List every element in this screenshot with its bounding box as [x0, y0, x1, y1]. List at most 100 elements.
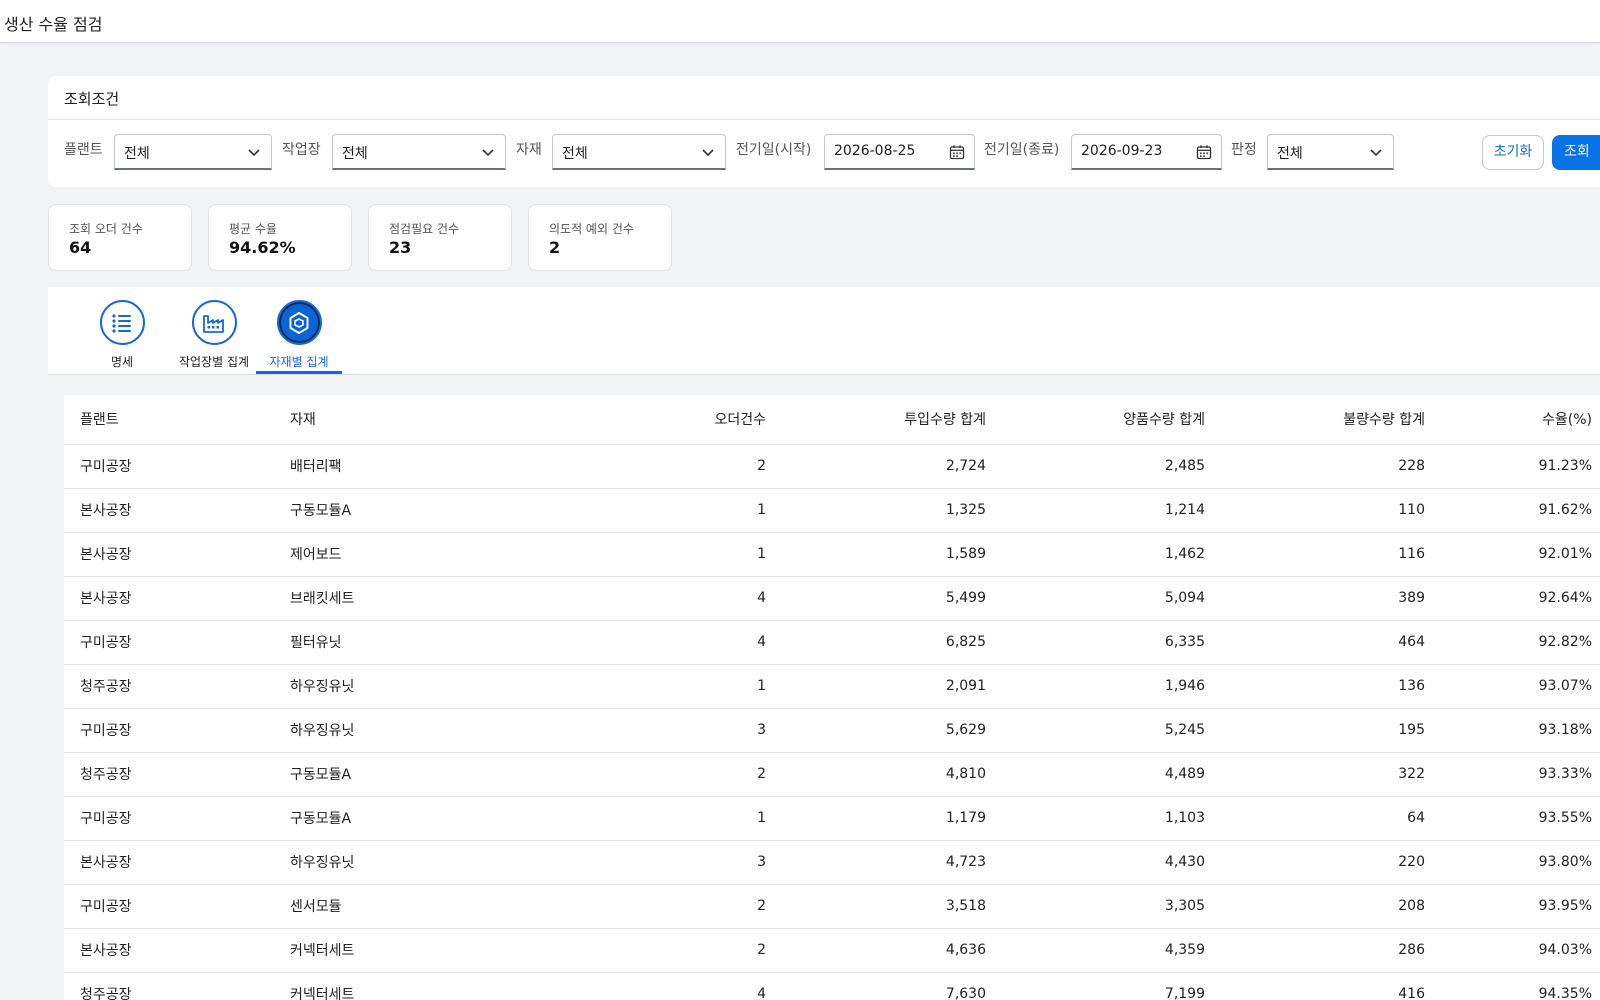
cell-good-qty: 6,335: [1002, 620, 1221, 665]
cell-defect-qty: 110: [1221, 488, 1441, 533]
table-row[interactable]: 구미공장 배터리팩 2 2,724 2,485 228 91.23%: [64, 444, 1600, 489]
cell-material: 하우징유닛: [274, 664, 494, 709]
cell-good-qty: 1,462: [1002, 532, 1221, 577]
cell-order-count: 2: [494, 928, 782, 973]
cell-defect-qty: 116: [1221, 532, 1441, 577]
column-header-defect-qty[interactable]: 불량수량 합계: [1221, 395, 1441, 445]
cell-input-qty: 5,499: [782, 576, 1002, 621]
cell-input-qty: 4,723: [782, 840, 1002, 885]
cell-good-qty: 2,485: [1002, 444, 1221, 489]
cell-input-qty: 1,179: [782, 796, 1002, 841]
cell-yield: 94.35%: [1441, 972, 1600, 1000]
filter-date-from-label: 전기일(시작): [736, 142, 812, 158]
table-row[interactable]: 본사공장 브래킷세트 4 5,499 5,094 389 92.64%: [64, 576, 1600, 621]
date-from-input[interactable]: 2026-08-25: [824, 134, 975, 170]
chevron-down-icon: [1370, 149, 1382, 157]
date-from-value: 2026-08-25: [834, 143, 916, 159]
cell-plant: 본사공장: [64, 488, 274, 533]
cell-yield: 91.23%: [1441, 444, 1600, 489]
material-summary-table: 플랜트 자재 오더건수 투입수량 합계 양품수량 합계 불량수량 합계 수율(%…: [64, 395, 1600, 1000]
tab-detail[interactable]: 명세: [98, 300, 146, 370]
cell-defect-qty: 464: [1221, 620, 1441, 665]
kpi-label: 평균 수율: [229, 222, 277, 236]
material-select-value: 전체: [562, 146, 588, 162]
cell-input-qty: 2,091: [782, 664, 1002, 709]
view-tabs: 명세 작업장별 집계 자재별 집계: [48, 287, 1600, 375]
column-header-yield[interactable]: 수율(%): [1441, 395, 1600, 445]
plant-select[interactable]: 전체: [114, 134, 272, 170]
tab-workcenter-summary-button[interactable]: [191, 300, 237, 345]
kpi-label: 점검필요 건수: [389, 222, 460, 236]
cell-good-qty: 1,214: [1002, 488, 1221, 533]
cell-order-count: 1: [494, 796, 782, 841]
date-to-input[interactable]: 2026-09-23: [1071, 134, 1222, 170]
workcenter-select[interactable]: 전체: [332, 134, 506, 170]
search-panel-title: 조회조건: [48, 76, 1600, 120]
column-header-order-count[interactable]: 오더건수: [494, 395, 782, 445]
chevron-down-icon: [482, 149, 494, 157]
search-button[interactable]: 조회: [1552, 135, 1600, 170]
cell-input-qty: 6,825: [782, 620, 1002, 665]
table-row[interactable]: 청주공장 구동모듈A 2 4,810 4,489 322 93.33%: [64, 752, 1600, 797]
kpi-label: 의도적 예외 건수: [549, 222, 634, 236]
table-row[interactable]: 본사공장 하우징유닛 3 4,723 4,430 220 93.80%: [64, 840, 1600, 885]
column-header-plant[interactable]: 플랜트: [64, 395, 274, 445]
cell-order-count: 4: [494, 972, 782, 1000]
cell-yield: 92.82%: [1441, 620, 1600, 665]
cell-defect-qty: 208: [1221, 884, 1441, 929]
workcenter-select-value: 전체: [342, 146, 368, 162]
table-row[interactable]: 구미공장 센서모듈 2 3,518 3,305 208 93.95%: [64, 884, 1600, 929]
cell-material: 커넥터세트: [274, 928, 494, 973]
table-row[interactable]: 구미공장 필터유닛 4 6,825 6,335 464 92.82%: [64, 620, 1600, 665]
cell-order-count: 1: [494, 664, 782, 709]
column-header-good-qty[interactable]: 양품수량 합계: [1002, 395, 1221, 445]
cell-material: 배터리팩: [274, 444, 494, 489]
kpi-label: 조회 오더 건수: [69, 222, 143, 236]
cell-order-count: 2: [494, 444, 782, 489]
cell-good-qty: 1,103: [1002, 796, 1221, 841]
cell-defect-qty: 389: [1221, 576, 1441, 621]
kpi-value: 23: [389, 238, 412, 257]
cell-yield: 93.07%: [1441, 664, 1600, 709]
factory-icon: [203, 314, 224, 333]
table-row[interactable]: 본사공장 제어보드 1 1,589 1,462 116 92.01%: [64, 532, 1600, 577]
reset-button[interactable]: 초기화: [1482, 135, 1544, 170]
cell-material: 브래킷세트: [274, 576, 494, 621]
material-select[interactable]: 전체: [552, 134, 726, 170]
judgment-select[interactable]: 전체: [1267, 134, 1394, 170]
cell-yield: 93.33%: [1441, 752, 1600, 797]
cell-order-count: 3: [494, 840, 782, 885]
table-row[interactable]: 청주공장 하우징유닛 1 2,091 1,946 136 93.07%: [64, 664, 1600, 709]
kpi-value: 2: [549, 238, 561, 257]
calendar-icon[interactable]: [1196, 144, 1212, 160]
tab-material-summary[interactable]: 자재별 집계: [256, 300, 342, 370]
cell-good-qty: 1,946: [1002, 664, 1221, 709]
calendar-icon[interactable]: [949, 144, 965, 160]
tab-detail-label: 명세: [110, 355, 134, 369]
tab-material-summary-button[interactable]: [276, 300, 322, 345]
cell-defect-qty: 286: [1221, 928, 1441, 973]
cell-good-qty: 5,245: [1002, 708, 1221, 753]
cell-yield: 91.62%: [1441, 488, 1600, 533]
filter-material-label: 자재: [516, 142, 542, 158]
table-row[interactable]: 청주공장 커넥터세트 4 7,630 7,199 416 94.35%: [64, 972, 1600, 1000]
table-row[interactable]: 구미공장 구동모듈A 1 1,179 1,103 64 93.55%: [64, 796, 1600, 841]
table-row[interactable]: 본사공장 커넥터세트 2 4,636 4,359 286 94.03%: [64, 928, 1600, 973]
cell-good-qty: 3,305: [1002, 884, 1221, 929]
cell-yield: 93.18%: [1441, 708, 1600, 753]
cell-plant: 청주공장: [64, 972, 274, 1000]
table-row[interactable]: 구미공장 하우징유닛 3 5,629 5,245 195 93.18%: [64, 708, 1600, 753]
cell-input-qty: 1,325: [782, 488, 1002, 533]
tab-workcenter-summary[interactable]: 작업장별 집계: [171, 300, 257, 370]
column-header-material[interactable]: 자재: [274, 395, 494, 445]
cell-order-count: 3: [494, 708, 782, 753]
tab-detail-button[interactable]: [99, 300, 145, 345]
cell-good-qty: 7,199: [1002, 972, 1221, 1000]
kpi-value: 64: [69, 238, 92, 257]
table-row[interactable]: 본사공장 구동모듈A 1 1,325 1,214 110 91.62%: [64, 488, 1600, 533]
cell-yield: 93.80%: [1441, 840, 1600, 885]
cell-input-qty: 2,724: [782, 444, 1002, 489]
column-header-input-qty[interactable]: 투입수량 합계: [782, 395, 1002, 445]
filter-workcenter-label: 작업장: [282, 142, 321, 158]
cell-defect-qty: 136: [1221, 664, 1441, 709]
